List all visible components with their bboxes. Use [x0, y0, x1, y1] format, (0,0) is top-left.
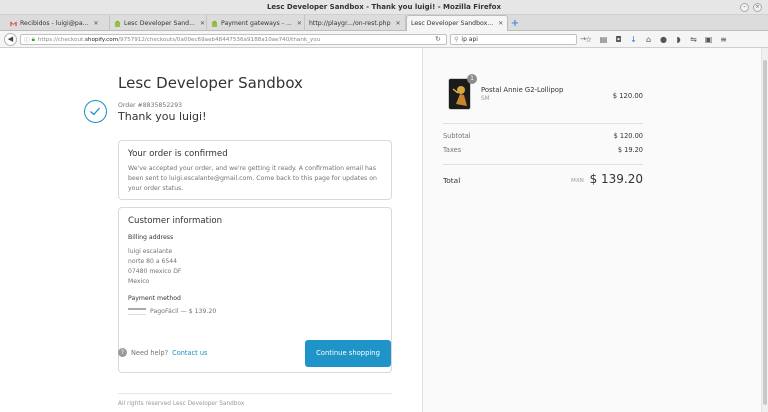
- address-line: norte 80 a 6544: [128, 258, 178, 265]
- subtotal-label: Subtotal: [443, 132, 471, 140]
- total-currency: MXN: [571, 178, 584, 184]
- billing-address-label: Billing address: [128, 234, 174, 241]
- help-row: ? Need help? Contact us: [118, 348, 207, 357]
- summary-divider: [443, 123, 643, 124]
- confirm-message: We've accepted your order, and we're get…: [128, 165, 377, 192]
- reload-icon[interactable]: ↻: [435, 35, 441, 43]
- payment-method: PagoFácil — $ 139.20: [128, 308, 216, 315]
- url-prefix: https://checkout.: [37, 36, 85, 43]
- gmail-icon: [10, 20, 17, 26]
- sidebar-toggle-icon[interactable]: ▣: [704, 35, 713, 44]
- back-arrow-icon[interactable]: ◀: [4, 33, 17, 46]
- lock-icon: 🔒︎: [31, 35, 35, 43]
- total-label: Total: [443, 176, 461, 185]
- continue-shopping-button[interactable]: Continue shopping: [305, 340, 391, 367]
- order-number: Order #8835852293: [118, 102, 183, 109]
- tab-close-icon[interactable]: ✕: [94, 20, 99, 27]
- help-text: Need help?: [131, 348, 169, 357]
- footer-divider: [118, 393, 392, 394]
- extension-dropdown-icon[interactable]: ⇋: [689, 35, 698, 44]
- tab-label: http://playgr.../on-rest.php: [309, 19, 391, 27]
- checkout-page: Lesc Developer Sandbox Order #8835852293…: [0, 48, 768, 412]
- url-host: shopify.com: [84, 36, 119, 43]
- thank-you-heading: Thank you luigi!: [118, 110, 207, 123]
- payment-method-value: PagoFácil — $ 139.20: [150, 308, 217, 315]
- menu-hamburger-icon[interactable]: ≡: [719, 35, 728, 44]
- address-line: 07480 mexico DF: [128, 268, 182, 275]
- tab-playground[interactable]: http://playgr.../on-rest.php ✕: [305, 15, 406, 31]
- pocket-icon[interactable]: ◘: [614, 35, 623, 44]
- scrollbar-thumb[interactable]: [763, 60, 767, 405]
- payment-card-icon: [128, 308, 146, 315]
- contact-us-link[interactable]: Contact us: [172, 349, 207, 357]
- shop-title[interactable]: Lesc Developer Sandbox: [118, 74, 303, 92]
- billing-address: luigi escalante norte 80 a 6544 07480 me…: [128, 247, 181, 287]
- tab-label: Lesc Developer Sandbox...: [411, 20, 494, 27]
- help-question-icon: ?: [118, 348, 127, 357]
- tab-close-icon[interactable]: ✕: [498, 20, 503, 27]
- order-summary-sidebar: 1 Postal Annie G2-Lollipop SM $ 120.00 S…: [422, 48, 768, 412]
- home-icon[interactable]: ⌂: [644, 35, 653, 44]
- window-controls: – ×: [740, 3, 762, 12]
- customer-info-title: Customer information: [128, 216, 223, 226]
- shopify-icon: [114, 20, 121, 27]
- tab-label: Recibidos - luigi@pa...: [20, 19, 89, 27]
- browser-toolbar-icons: ☆ ▤ ◘ ↓ ⌂ ● ◗ ⇋ ▣ ≡: [584, 34, 728, 45]
- bookmark-star-icon[interactable]: ☆: [584, 35, 593, 44]
- search-value: ip api: [461, 36, 478, 43]
- reading-list-icon[interactable]: ▤: [599, 35, 608, 44]
- tab-payment-gateways[interactable]: Payment gateways - ... ✕: [207, 15, 305, 31]
- product-price: $ 120.00: [612, 92, 643, 100]
- minimize-icon[interactable]: –: [740, 3, 749, 12]
- page-scrollbar[interactable]: [761, 48, 768, 412]
- tab-shopify-sandbox[interactable]: Lesc Developer Sand... ✕: [110, 15, 207, 31]
- window-title: Lesc Developer Sandbox - Thank you luigi…: [266, 3, 502, 11]
- tab-label: Lesc Developer Sand...: [124, 19, 195, 27]
- window-titlebar: Lesc Developer Sandbox - Thank you luigi…: [0, 0, 768, 15]
- address-line: Mexico: [128, 278, 150, 285]
- order-confirmed-card: Your order is confirmed We've accepted y…: [118, 140, 392, 200]
- tab-label: Payment gateways - ...: [221, 19, 292, 27]
- downloads-icon[interactable]: ↓: [629, 35, 638, 44]
- product-thumbnail: [448, 78, 471, 110]
- search-icon: ⚲: [454, 36, 459, 43]
- tab-close-icon[interactable]: ✕: [396, 20, 401, 27]
- tab-close-icon[interactable]: ✕: [200, 20, 205, 27]
- new-tab-icon[interactable]: +: [508, 15, 522, 31]
- total-value: $ 139.20: [589, 172, 643, 186]
- tab-strip: Recibidos - luigi@pa... ✕ Lesc Developer…: [0, 15, 768, 31]
- summary-divider: [443, 164, 643, 165]
- address-line: luigi escalante: [128, 248, 173, 255]
- tab-close-icon[interactable]: ✕: [297, 20, 302, 27]
- quantity-badge: 1: [467, 74, 477, 84]
- url-path: /9757912/checkouts/0a00ec69aeb48447536a9…: [118, 36, 321, 43]
- shopify-icon: [211, 20, 218, 27]
- footer-text: All rights reserved Lesc Developer Sandb…: [118, 401, 245, 407]
- close-icon[interactable]: ×: [753, 3, 762, 12]
- tab-thank-you-active[interactable]: Lesc Developer Sandbox... ✕: [406, 15, 508, 31]
- url-bar[interactable]: ⓘ 🔒︎ https://checkout. shopify.com/975791…: [20, 34, 447, 45]
- product-name: Postal Annie G2-Lollipop: [481, 86, 564, 94]
- taxes-value: $ 19.20: [617, 146, 643, 154]
- tag-icon[interactable]: ◗: [674, 35, 683, 44]
- payment-method-label: Payment method: [128, 295, 181, 302]
- checkmark-circle-icon: [84, 100, 107, 123]
- search-input[interactable]: ⚲ ip api →: [450, 34, 586, 45]
- taxes-label: Taxes: [443, 146, 462, 154]
- confirm-title: Your order is confirmed: [128, 149, 228, 159]
- product-variant: SM: [481, 96, 490, 102]
- tab-gmail[interactable]: Recibidos - luigi@pa... ✕: [6, 15, 110, 31]
- subtotal-value: $ 120.00: [613, 132, 643, 140]
- info-icon[interactable]: ⓘ: [24, 36, 30, 44]
- extension-icon[interactable]: ●: [659, 35, 668, 44]
- navigation-toolbar: ◀ ⓘ 🔒︎ https://checkout. shopify.com/9757…: [0, 31, 768, 48]
